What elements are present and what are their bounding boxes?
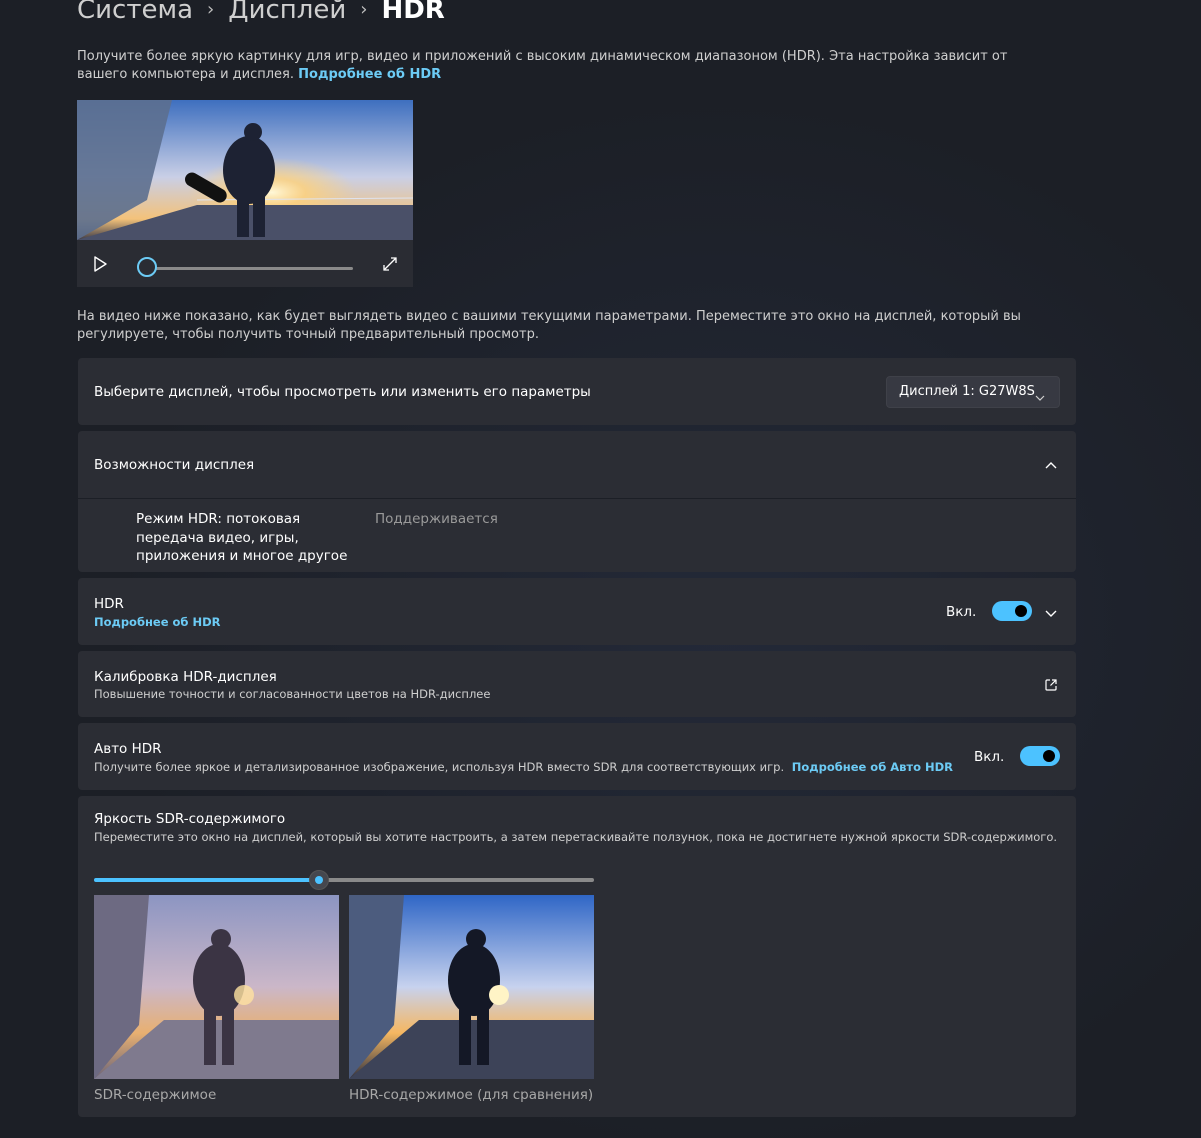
hdr-toggle-label: Вкл. (946, 604, 977, 620)
slider-track[interactable] (319, 878, 594, 882)
calibration-subtitle: Повышение точности и согласованности цве… (94, 687, 491, 701)
fullscreen-icon[interactable] (382, 256, 398, 272)
chevron-down-icon[interactable] (1044, 605, 1058, 619)
hdr-learn-more-link[interactable]: Подробнее об HDR (94, 615, 220, 629)
chevron-down-icon (1035, 388, 1045, 401)
intro-description: Получите более яркую картинку для игр, в… (77, 48, 1037, 84)
breadcrumb-display[interactable]: Дисплей (228, 0, 346, 30)
auto-hdr-subtitle-text: Получите более яркое и детализированное … (94, 760, 785, 774)
auto-hdr-toggle-label: Вкл. (974, 749, 1005, 765)
external-link-icon[interactable] (1044, 677, 1058, 691)
sdr-preview-image (94, 895, 339, 1079)
learn-more-hdr-link[interactable]: Подробнее об HDR (298, 67, 441, 82)
toggle-knob (1015, 605, 1027, 617)
preview-note: На видео ниже показано, как будет выгляд… (77, 309, 1021, 342)
divider (78, 498, 1076, 499)
display-dropdown-value: Дисплей 1: G27W8S (899, 384, 1035, 399)
auto-hdr-card: Авто HDR Получите более яркое и детализи… (78, 723, 1076, 790)
breadcrumb-separator-icon: › (360, 0, 368, 20)
sdr-preview-caption: SDR-содержимое (94, 1087, 217, 1103)
breadcrumb: Система › Дисплей › HDR (77, 0, 445, 30)
intro-text: Получите более яркую картинку для игр, в… (77, 49, 1008, 82)
hdr-title: HDR (94, 596, 124, 612)
hdr-preview-caption: HDR-содержимое (для сравнения) (349, 1087, 594, 1103)
auto-hdr-learn-more-link[interactable]: Подробнее об Авто HDR (792, 760, 953, 774)
capability-label: Режим HDR: потоковая передача видео, игр… (136, 511, 348, 564)
display-select-card: Выберите дисплей, чтобы просмотреть или … (78, 358, 1076, 425)
breadcrumb-system[interactable]: Система (77, 0, 193, 30)
hdr-card: HDR Подробнее об HDR Вкл. (78, 578, 1076, 645)
seek-track[interactable] (149, 267, 353, 270)
auto-hdr-subtitle: Получите более яркое и детализированное … (94, 760, 953, 774)
calibration-title: Калибровка HDR-дисплея (94, 669, 277, 685)
auto-hdr-toggle[interactable] (1020, 746, 1060, 766)
slider-fill (94, 878, 319, 882)
hdr-preview-image (349, 895, 594, 1079)
play-icon[interactable] (92, 256, 108, 272)
auto-hdr-title: Авто HDR (94, 741, 162, 757)
sdr-brightness-slider-thumb[interactable] (309, 870, 329, 890)
player-controls (77, 240, 413, 287)
chevron-up-icon[interactable] (1044, 458, 1058, 472)
hdr-toggle[interactable] (992, 601, 1032, 621)
breadcrumb-separator-icon: › (207, 0, 215, 20)
hdr-video-player (77, 100, 413, 287)
video-frame (77, 100, 413, 240)
capability-value: Поддерживается (375, 511, 498, 527)
display-capabilities-card: Возможности дисплея Режим HDR: потоковая… (78, 431, 1076, 572)
hdr-calibration-card[interactable]: Калибровка HDR-дисплея Повышение точност… (78, 651, 1076, 717)
capabilities-title: Возможности дисплея (94, 457, 255, 473)
sdr-brightness-title: Яркость SDR-содержимого (94, 811, 286, 827)
sdr-brightness-card: Яркость SDR-содержимого Переместите это … (78, 796, 1076, 1117)
display-dropdown[interactable]: Дисплей 1: G27W8S (886, 376, 1060, 408)
seek-thumb[interactable] (137, 257, 157, 277)
toggle-knob (1043, 750, 1055, 762)
page-title: HDR (381, 0, 445, 25)
display-select-label: Выберите дисплей, чтобы просмотреть или … (94, 384, 591, 400)
sdr-brightness-subtitle: Переместите это окно на дисплей, который… (94, 830, 1058, 844)
